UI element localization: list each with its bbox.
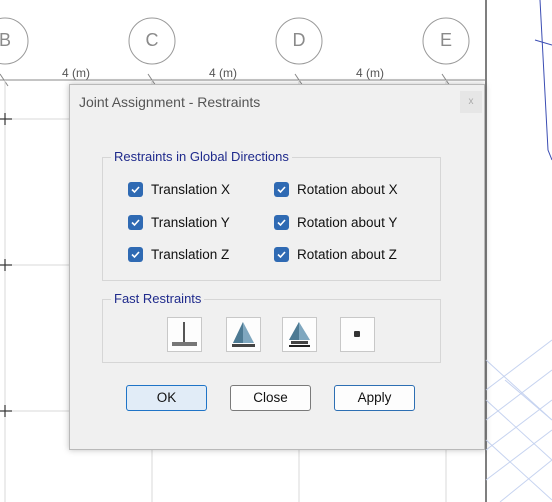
grid-label-b: B [0, 30, 11, 50]
restraints-dialog: Joint Assignment - Restraints x Restrain… [69, 84, 485, 450]
fixed-support-icon [172, 322, 197, 346]
free-joint-button[interactable] [340, 317, 375, 352]
grid-label-e: E [439, 30, 452, 50]
dimension-label: 4 (m) [356, 66, 384, 80]
fixed-support-button[interactable] [167, 317, 202, 352]
pinned-support-button[interactable] [226, 317, 261, 352]
restraints-group-caption: Restraints in Global Directions [111, 149, 292, 164]
checkbox-label: Rotation about Y [297, 215, 398, 230]
checkbox-translation-x[interactable]: Translation X [128, 182, 230, 197]
fast-restraints-caption: Fast Restraints [111, 291, 205, 306]
dialog-title: Joint Assignment - Restraints [79, 94, 261, 110]
checkbox-translation-y[interactable]: Translation Y [128, 215, 230, 230]
dimension-label: 4 (m) [209, 66, 237, 80]
apply-button[interactable]: Apply [334, 385, 415, 411]
pinned-support-icon [232, 322, 255, 347]
checkbox-checked-icon[interactable] [274, 182, 289, 197]
grid-label-d: D [292, 30, 306, 50]
checkbox-label: Translation Y [151, 215, 230, 230]
dimension-label: 4 (m) [62, 66, 90, 80]
checkbox-checked-icon[interactable] [128, 215, 143, 230]
close-icon[interactable]: x [460, 91, 482, 113]
close-button[interactable]: Close [230, 385, 311, 411]
ok-button[interactable]: OK [126, 385, 207, 411]
roller-support-icon [289, 322, 310, 347]
checkbox-rotation-y[interactable]: Rotation about Y [274, 215, 397, 230]
checkbox-label: Translation X [151, 182, 231, 197]
checkbox-label: Rotation about X [297, 182, 398, 197]
checkbox-checked-icon[interactable] [274, 247, 289, 262]
free-joint-icon [354, 331, 360, 337]
checkbox-translation-z[interactable]: Translation Z [128, 247, 229, 262]
grid-label-c: C [145, 30, 159, 50]
roller-support-button[interactable] [282, 317, 317, 352]
fast-restraints-group: Fast Restraints [102, 291, 441, 363]
checkbox-checked-icon[interactable] [128, 182, 143, 197]
checkbox-label: Translation Z [151, 247, 230, 262]
checkbox-label: Rotation about Z [297, 247, 397, 262]
checkbox-checked-icon[interactable] [128, 247, 143, 262]
checkbox-checked-icon[interactable] [274, 215, 289, 230]
checkbox-rotation-z[interactable]: Rotation about Z [274, 247, 397, 262]
checkbox-rotation-x[interactable]: Rotation about X [274, 182, 398, 197]
